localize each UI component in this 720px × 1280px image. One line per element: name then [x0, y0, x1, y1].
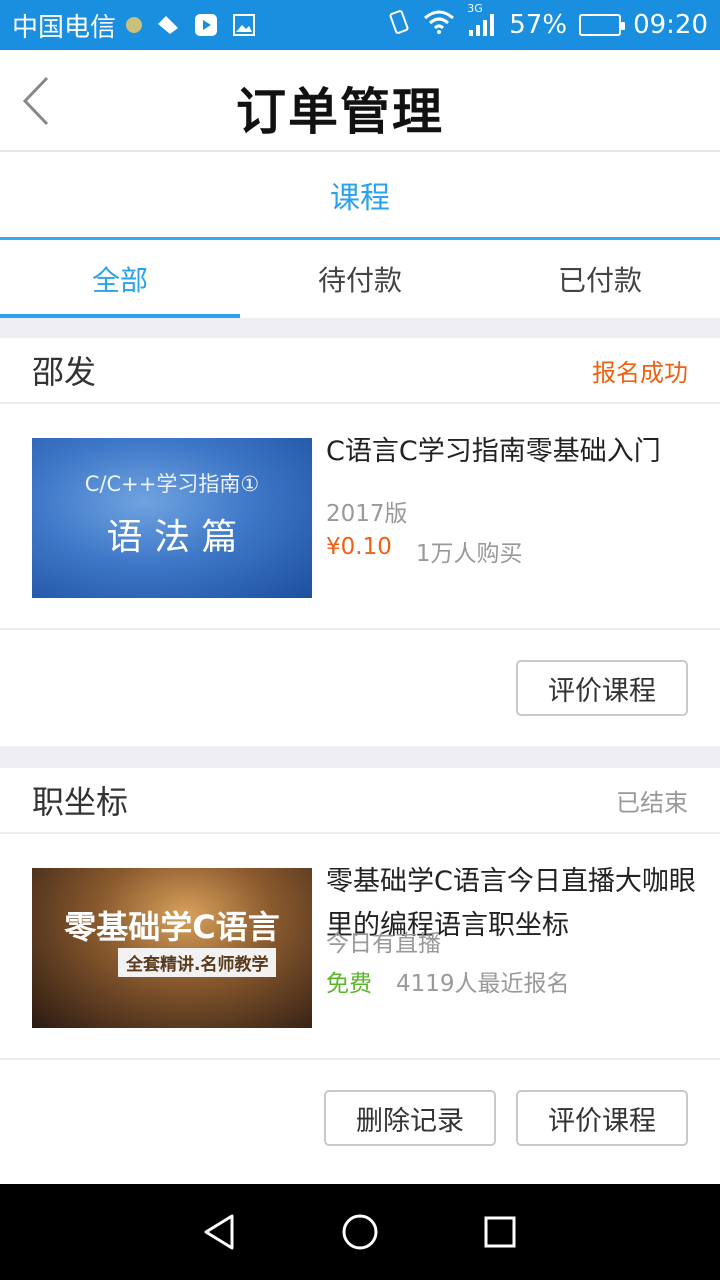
order-card-header: 邵发 报名成功 — [0, 338, 720, 404]
status-bar: 中国电信 3G 57% 09:20 — [0, 0, 720, 50]
vibrate-icon — [387, 9, 411, 42]
carrier-label: 中国电信 — [12, 12, 117, 43]
course-item[interactable]: 零基础学C语言 全套精讲.名师教学 零基础学C语言今日直播大咖眼里的编程语言职坐… — [0, 834, 720, 1060]
course-thumbnail: C/C++学习指南① 语 法 篇 — [32, 438, 312, 598]
signal-icon: 3G — [467, 2, 497, 38]
nav-home-button[interactable] — [335, 1207, 385, 1257]
order-card: 职坐标 已结束 零基础学C语言 全套精讲.名师教学 零基础学C语言今日直播大咖眼… — [0, 768, 720, 1174]
course-price: 免费 — [326, 971, 372, 997]
image-icon — [232, 13, 256, 37]
clock: 09:20 — [633, 10, 708, 40]
triangle-back-icon — [204, 1214, 234, 1250]
tab-pending-payment[interactable]: 待付款 — [240, 240, 480, 318]
video-app-icon — [194, 13, 218, 37]
app-header: 订单管理 — [0, 50, 720, 152]
course-price: ¥0.10 — [326, 534, 392, 560]
thumbnail-line1: C/C++学习指南① — [84, 472, 260, 496]
course-item[interactable]: C/C++学习指南① 语 法 篇 C语言C学习指南零基础入门 2017版 ¥0.… — [0, 404, 720, 630]
battery-percent: 57% — [509, 10, 568, 40]
network-type-label: 3G — [467, 2, 483, 15]
order-filter-tabs: 全部 待付款 已付款 — [0, 240, 720, 318]
notification-dot-icon — [126, 17, 143, 33]
buyer-count: 1万人购买 — [415, 541, 523, 567]
thumbnail-line2: 全套精讲.名师教学 — [118, 948, 277, 977]
section-divider — [0, 318, 720, 338]
tab-all[interactable]: 全部 — [0, 240, 240, 318]
page-title: 订单管理 — [236, 83, 444, 141]
nav-recent-button[interactable] — [475, 1207, 525, 1257]
order-card-actions: 评价课程 — [0, 630, 720, 744]
order-status: 报名成功 — [592, 358, 688, 387]
course-meta: 今日有直播 — [326, 931, 441, 957]
teacher-name: 职坐标 — [32, 783, 129, 821]
wifi-icon — [423, 10, 455, 41]
tab-paid[interactable]: 已付款 — [480, 240, 720, 318]
rate-course-button[interactable]: 评价课程 — [516, 1090, 688, 1146]
enroll-count: 4119人最近报名 — [396, 971, 570, 997]
battery-icon — [579, 14, 626, 36]
thumbnail-line1: 零基础学C语言 — [64, 908, 280, 946]
course-meta: 2017版 — [326, 501, 408, 527]
section-divider — [0, 746, 720, 768]
circle-home-icon — [342, 1214, 378, 1250]
nav-back-button[interactable] — [195, 1207, 245, 1257]
thumbnail-line2: 语 法 篇 — [106, 517, 238, 558]
delete-record-button[interactable]: 删除记录 — [324, 1090, 496, 1146]
square-recent-icon — [484, 1216, 516, 1248]
course-thumbnail: 零基础学C语言 全套精讲.名师教学 — [32, 868, 312, 1028]
order-card: 邵发 报名成功 C/C++学习指南① 语 法 篇 C语言C学习指南零基础入门 2… — [0, 338, 720, 744]
category-tab-bar: 课程 — [0, 152, 720, 240]
tab-course[interactable]: 课程 — [330, 173, 390, 217]
order-card-actions: 删除记录 评价课程 — [0, 1060, 720, 1174]
rate-course-button[interactable]: 评价课程 — [516, 660, 688, 716]
app-notification-icon — [156, 14, 180, 36]
order-status: 已结束 — [616, 788, 688, 817]
course-title: C语言C学习指南零基础入门 — [326, 436, 661, 467]
order-card-header: 职坐标 已结束 — [0, 768, 720, 834]
system-nav-bar — [0, 1184, 720, 1280]
teacher-name: 邵发 — [32, 353, 97, 391]
